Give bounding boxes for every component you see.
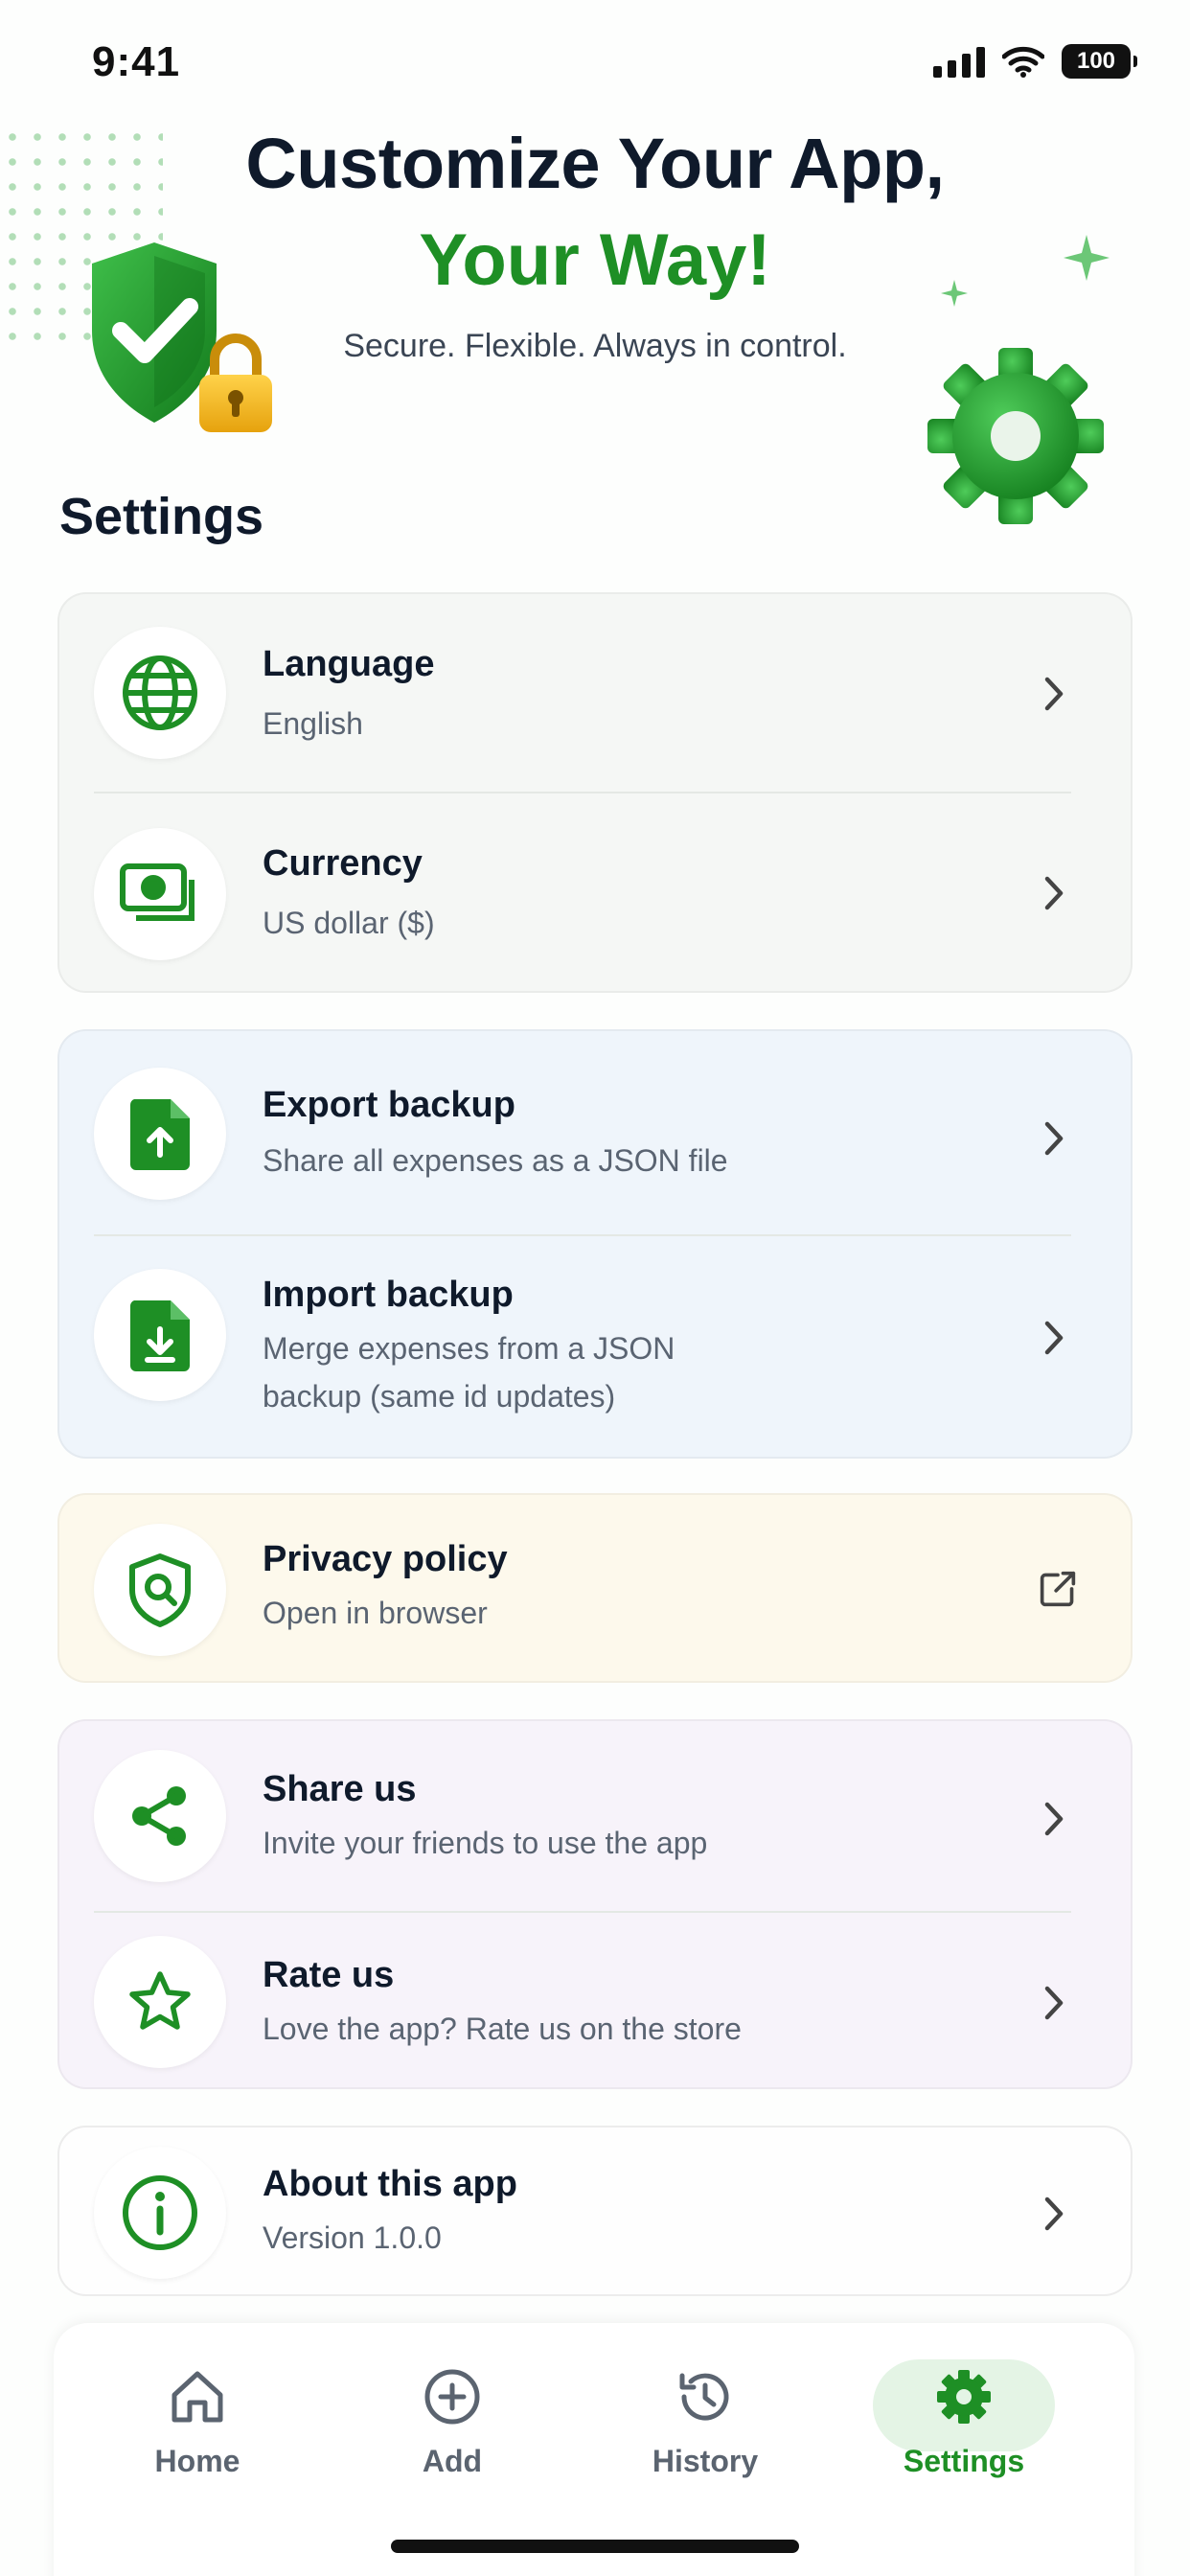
import-backup-subtitle-line2: backup (same id updates): [263, 1379, 616, 1414]
rate-us-title: Rate us: [263, 1955, 395, 1995]
tab-home[interactable]: Home: [102, 2358, 293, 2511]
share-us-title: Share us: [263, 1769, 417, 1809]
tab-settings[interactable]: Settings: [868, 2358, 1060, 2511]
share-us-subtitle: Invite your friends to use the app: [263, 1826, 708, 1860]
hero-banner: Customize Your App, Your Way! Secure. Fl…: [0, 115, 1190, 524]
chevron-right-icon: [1035, 1800, 1073, 1838]
privacy-policy-subtitle: Open in browser: [263, 1596, 488, 1630]
cash-icon: [120, 863, 195, 921]
currency-value: US dollar ($): [263, 906, 435, 940]
about-app-row[interactable]: About this app Version 1.0.0: [59, 2128, 1134, 2298]
tab-label: Settings: [903, 2444, 1025, 2478]
about-app-title: About this app: [263, 2164, 517, 2204]
chevron-right-icon: [1035, 874, 1073, 912]
sparkle-icon: [1064, 235, 1110, 281]
language-row[interactable]: Language English: [59, 594, 1134, 794]
currency-title: Currency: [263, 843, 423, 884]
sparkle-small-icon: [941, 280, 968, 307]
privacy-policy-row[interactable]: Privacy policy Open in browser: [59, 1495, 1134, 1685]
file-upload-icon: [129, 1099, 190, 1170]
language-value: English: [263, 706, 363, 741]
export-backup-row[interactable]: Export backup Share all expenses as a JS…: [59, 1031, 1134, 1236]
privacy-policy-title: Privacy policy: [263, 1539, 508, 1579]
info-icon: [123, 2175, 197, 2250]
external-link-icon: [1039, 1570, 1077, 1608]
home-icon: [164, 2363, 231, 2430]
tab-label: Add: [422, 2444, 483, 2478]
wifi-icon: [1002, 46, 1044, 78]
gear-decoration-icon: [927, 348, 1104, 524]
tab-history[interactable]: History: [609, 2358, 801, 2511]
signal-icon: [933, 45, 985, 78]
share-us-row[interactable]: Share us Invite your friends to use the …: [59, 1721, 1134, 1913]
status-time: 9:41: [92, 38, 181, 85]
about-card: About this app Version 1.0.0: [57, 2126, 1133, 2296]
import-backup-subtitle-line1: Merge expenses from a JSON: [263, 1331, 675, 1366]
globe-icon: [123, 656, 197, 730]
hero-accent: Your Way!: [419, 219, 771, 301]
home-indicator: [391, 2540, 799, 2553]
social-card: Share us Invite your friends to use the …: [57, 1719, 1133, 2089]
tab-add[interactable]: Add: [356, 2358, 548, 2511]
chevron-right-icon: [1035, 1119, 1073, 1158]
status-icons: 100: [933, 44, 1137, 79]
gear-icon: [930, 2363, 997, 2430]
status-bar: 9:41 100: [0, 0, 1190, 125]
star-icon: [129, 1971, 191, 2030]
share-icon: [132, 1786, 186, 1846]
tab-bar: Home Add History Settings: [54, 2323, 1134, 2576]
battery-icon: 100: [1062, 44, 1137, 79]
section-title: Settings: [59, 488, 264, 545]
currency-row[interactable]: Currency US dollar ($): [59, 794, 1134, 995]
import-backup-row[interactable]: Import backup Merge expenses from a JSON…: [59, 1236, 1134, 1460]
tab-label: History: [652, 2444, 759, 2478]
backup-card: Export backup Share all expenses as a JS…: [57, 1029, 1133, 1459]
language-title: Language: [263, 644, 435, 684]
shield-search-icon: [129, 1553, 191, 1627]
chevron-right-icon: [1035, 1319, 1073, 1357]
rate-us-row[interactable]: Rate us Love the app? Rate us on the sto…: [59, 1913, 1134, 2091]
plus-circle-icon: [419, 2363, 486, 2430]
file-download-icon: [129, 1300, 190, 1371]
hero-title: Customize Your App,: [245, 124, 945, 203]
chevron-right-icon: [1035, 675, 1073, 713]
preferences-card: Language English Currency US dollar ($): [57, 592, 1133, 993]
privacy-card: Privacy policy Open in browser: [57, 1493, 1133, 1683]
rate-us-subtitle: Love the app? Rate us on the store: [263, 2012, 742, 2046]
chevron-right-icon: [1035, 1984, 1073, 2022]
export-backup-title: Export backup: [263, 1085, 515, 1125]
history-icon: [672, 2363, 739, 2430]
about-app-version: Version 1.0.0: [263, 2220, 442, 2255]
tab-label: Home: [154, 2444, 240, 2478]
chevron-right-icon: [1035, 2195, 1073, 2233]
import-backup-title: Import backup: [263, 1275, 514, 1315]
export-backup-subtitle: Share all expenses as a JSON file: [263, 1143, 728, 1178]
